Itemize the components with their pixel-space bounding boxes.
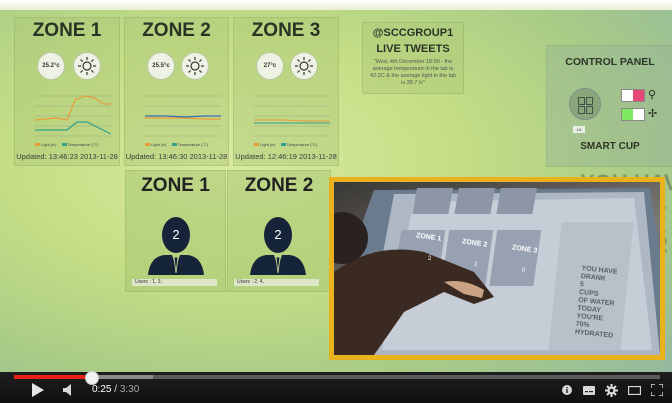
user-avatar-icon: [148, 217, 204, 275]
duration: 3:30: [119, 384, 140, 395]
info-icon: [562, 385, 572, 395]
control-panel-title: CONTROL PANEL: [565, 56, 655, 68]
inset-video-overlay: ZONE 1 ZONE 2 ZONE 3 2 2 0 YOU HAVE DRAN…: [329, 177, 665, 360]
gear-icon: [604, 383, 618, 397]
speaker-icon: [63, 384, 71, 396]
time-separator: /: [111, 384, 120, 395]
timecode: 0:25 / 3:30: [92, 384, 139, 395]
captions-button[interactable]: [582, 381, 596, 399]
info-button[interactable]: [560, 381, 574, 399]
captions-icon: [583, 385, 595, 395]
temperature-badge: 25.5°c: [147, 52, 175, 80]
fan-icon: ✢: [648, 108, 658, 120]
chart-legend: Light (lx) Temperature (°C): [35, 142, 98, 147]
updated-timestamp: Updated: 12:46:19 2013-11-28: [235, 152, 337, 161]
zone-panel-top-1: ZONE 1 25.2°c Light (lx) Temperature (°C…: [14, 17, 120, 166]
volume-button[interactable]: [61, 381, 75, 399]
control-panel: CONTROL PANEL ⚲ ✢ -10- SMART CUP: [546, 45, 672, 167]
temperature-badge: 25.2°c: [37, 52, 65, 80]
video-frame[interactable]: ZONE 1 25.2°c Light (lx) Temperature (°C…: [0, 0, 672, 403]
zone-panel-top-2: ZONE 2 25.5°c Light (lx) Temperature (°C…: [124, 17, 229, 166]
sensor-mini-chart: [34, 95, 111, 137]
play-button[interactable]: [30, 381, 46, 399]
inset-side-text: YOU HAVE DRANK 5 CUPS OF WATER TODAY YOU…: [574, 265, 618, 340]
inset-count: 2: [428, 256, 432, 262]
zone-title: ZONE 1: [32, 20, 102, 41]
sun-icon: [290, 52, 318, 80]
tweets-title: LIVE TWEETS: [376, 43, 450, 55]
user-count: 2: [172, 227, 180, 242]
settings-button[interactable]: [603, 381, 619, 399]
tweet-text: "Wed, 4th December 18:00 - the average t…: [370, 59, 456, 86]
play-icon: [32, 383, 44, 397]
light-toggle[interactable]: [621, 89, 645, 102]
updated-timestamp: Updated: 13:46:23 2013-11-28: [16, 152, 118, 161]
video-player[interactable]: ZONE 1 25.2°c Light (lx) Temperature (°C…: [0, 0, 672, 403]
smart-cup-label: SMART CUP: [580, 141, 640, 152]
sensor-mini-chart: [145, 95, 221, 137]
live-tweets-panel: @SCCGROUP1 LIVE TWEETS "Wed, 4th Decembe…: [362, 22, 464, 94]
fullscreen-button[interactable]: [649, 381, 665, 399]
zone-panel-bottom-2: ZONE 2 2 Users : 2, 4,: [227, 170, 331, 292]
bulb-icon: ⚲: [648, 89, 657, 101]
zone-title: ZONE 3: [251, 20, 321, 41]
temperature-badge: 27°c: [256, 52, 284, 80]
zone-panel-top-3: ZONE 3 27°c Light (lx) Temperature (°C) …: [233, 17, 339, 166]
sensor-mini-chart: [254, 95, 330, 137]
progress-played: [14, 375, 91, 379]
chart-legend: Light (lx) Temperature (°C): [145, 142, 208, 147]
fullscreen-icon: [651, 384, 663, 396]
smart-cup-badge: -10-: [573, 126, 585, 133]
inset-count: 0: [522, 268, 526, 274]
zone-title: ZONE 2: [244, 175, 314, 196]
user-count: 2: [274, 227, 282, 242]
video-top-edge: [0, 0, 672, 10]
users-list: Users : 1, 3,: [132, 279, 217, 286]
sun-icon: [73, 52, 101, 80]
fan-toggle[interactable]: [621, 108, 645, 121]
chart-legend: Light (lx) Temperature (°C): [254, 142, 317, 147]
zone-title: ZONE 1: [141, 175, 210, 196]
user-avatar-icon: [250, 217, 306, 275]
inset-footage: ZONE 1 ZONE 2 ZONE 3 2 2 0 YOU HAVE DRAN…: [334, 182, 660, 355]
zone-panel-bottom-1: ZONE 1 2 Users : 1, 3,: [125, 170, 226, 292]
current-time: 0:25: [92, 384, 112, 395]
theater-mode-button[interactable]: [626, 381, 642, 399]
inset-count: 2: [474, 262, 478, 268]
sun-icon: [181, 52, 209, 80]
zone-title: ZONE 2: [142, 20, 211, 41]
users-list: Users : 2, 4,: [234, 279, 319, 286]
updated-timestamp: Updated: 13:46:30 2013-11-28: [125, 152, 228, 161]
progress-scrubber[interactable]: [84, 371, 99, 385]
theater-icon: [627, 385, 641, 395]
device-icon: [569, 88, 601, 120]
tweets-handle: @SCCGROUP1: [372, 27, 454, 39]
